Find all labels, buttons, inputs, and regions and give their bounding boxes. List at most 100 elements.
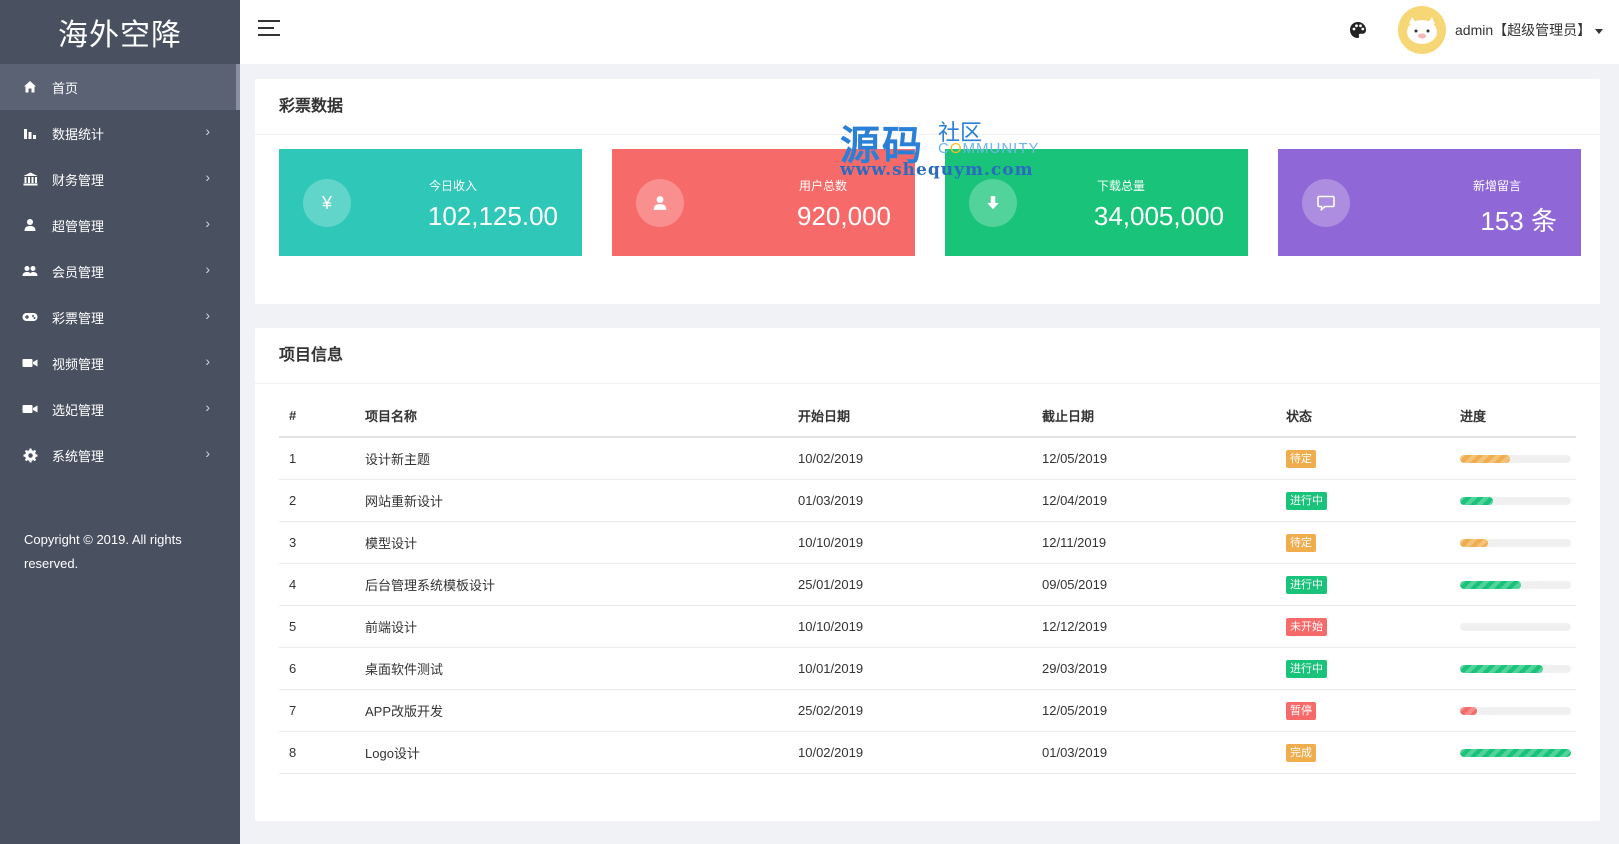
stat-value: 102,125.00 [427,201,558,231]
start-date: 25/02/2019 [798,703,864,718]
progress-fill [1460,580,1522,589]
project-table: # 项目名称 开始日期 截止日期 状态 进度 1 设计新主题 10/02/2019 1… [279,394,1576,774]
progress-bar [1460,748,1571,757]
column-header: 进度 [1460,408,1487,424]
progress-bar [1460,580,1571,589]
progress-bar [1460,538,1571,547]
menu-toggle-icon[interactable] [258,20,280,38]
table-row[interactable]: 2 网站重新设计 01/03/2019 12/04/2019 进行中 [279,480,1576,522]
project-name: 网站重新设计 [365,494,444,509]
start-date: 25/01/2019 [798,577,864,592]
status-badge: 进行中 [1286,575,1327,594]
yen-icon: ¥ [303,179,351,227]
sidebar-item-label: 彩票管理 [52,310,105,326]
message-icon [1302,179,1350,227]
sidebar-item-finance[interactable]: 财务管理 › [0,156,240,202]
end-date: 12/05/2019 [1042,451,1108,466]
stat-new-messages[interactable]: 新增留言 153 条 [1278,149,1581,256]
sidebar-item-stats[interactable]: 数据统计 › [0,110,240,156]
stat-download-total[interactable]: 下载总量 34,005,000 [945,149,1248,256]
end-date: 12/11/2019 [1042,535,1107,550]
progress-bar [1460,664,1571,673]
progress-bar [1460,454,1571,463]
column-header: 项目名称 [365,408,418,424]
chevron-right-icon: › [205,445,210,461]
user-icon [22,217,38,233]
table-row[interactable]: 5 前端设计 10/10/2019 12/12/2019 未开始 [279,606,1576,648]
column-header: 状态 [1286,408,1313,424]
project-name: 桌面软件测试 [365,662,444,677]
bar-chart-icon [22,125,38,141]
start-date: 10/01/2019 [798,661,864,676]
start-date: 10/02/2019 [798,745,864,760]
stat-value: 153 条 [1480,206,1557,236]
row-id: 7 [289,703,297,718]
end-date: 01/03/2019 [1042,745,1108,760]
sidebar-item-label: 视频管理 [52,356,105,372]
chevron-right-icon: › [205,169,210,185]
project-name: 设计新主题 [365,452,431,467]
status-badge: 进行中 [1286,659,1327,678]
row-id: 3 [289,535,297,550]
avatar[interactable] [1398,6,1446,54]
table-header: # 项目名称 开始日期 截止日期 状态 进度 [279,394,1576,438]
status-badge: 进行中 [1286,491,1327,510]
project-info-card: 项目信息 # 项目名称 开始日期 截止日期 状态 进度 1 设计新主题 10/02/… [255,328,1600,821]
row-id: 8 [289,745,297,760]
status-badge: 完成 [1286,743,1316,762]
stat-label: 用户总数 [798,179,847,193]
column-header: 截止日期 [1042,408,1095,424]
sidebar-item-video[interactable]: 视频管理 › [0,340,240,386]
progress-fill [1460,748,1571,757]
caret-down-icon [1595,28,1604,34]
top-header: admin【超级管理员】 [240,0,1619,64]
table-row[interactable]: 4 后台管理系统模板设计 25/01/2019 09/05/2019 进行中 [279,564,1576,606]
sidebar-item-label: 首页 [52,80,79,96]
sidebar-item-members[interactable]: 会员管理 › [0,248,240,294]
chevron-right-icon: › [205,123,210,139]
sidebar-item-super-admin[interactable]: 超管管理 › [0,202,240,248]
user-name: admin【超级管理员】 [1455,22,1592,38]
sidebar-item-selection[interactable]: 选妃管理 › [0,386,240,432]
chevron-right-icon: › [205,215,210,231]
start-date: 10/02/2019 [798,451,864,466]
row-id: 2 [289,493,297,508]
bank-icon [22,171,38,187]
palette-icon[interactable] [1348,20,1368,40]
project-name: Logo设计 [365,746,420,761]
status-badge: 未开始 [1286,617,1327,636]
progress-fill [1460,706,1477,715]
table-row[interactable]: 3 模型设计 10/10/2019 12/11/2019 待定 [279,522,1576,564]
stat-today-income[interactable]: ¥ 今日收入 102,125.00 [279,149,582,256]
card-title: 彩票数据 [255,79,1600,135]
table-row[interactable]: 8 Logo设计 10/02/2019 01/03/2019 完成 [279,732,1576,774]
project-name: 后台管理系统模板设计 [365,578,496,593]
video-camera-icon [22,401,38,417]
status-badge: 待定 [1286,533,1316,552]
table-row[interactable]: 1 设计新主题 10/02/2019 12/05/2019 待定 [279,438,1576,480]
chevron-right-icon: › [205,307,210,323]
table-row[interactable]: 6 桌面软件测试 10/01/2019 29/03/2019 进行中 [279,648,1576,690]
progress-bar [1460,622,1571,631]
card-title: 项目信息 [255,328,1600,384]
stat-value: 34,005,000 [1093,201,1224,231]
start-date: 10/10/2019 [798,535,864,550]
lottery-data-card: 彩票数据 ¥ 今日收入 102,125.00 用户总数 920,000 下载总量… [255,79,1600,304]
user-menu[interactable]: admin【超级管理员】 [1455,20,1604,40]
sidebar-item-system[interactable]: 系统管理 › [0,432,240,478]
column-header: 开始日期 [798,408,851,424]
sidebar-item-lottery[interactable]: 彩票管理 › [0,294,240,340]
row-id: 4 [289,577,297,592]
stat-label: 下载总量 [1096,179,1145,193]
sidebar-item-home[interactable]: 首页 [0,64,240,110]
stat-label: 新增留言 [1472,179,1521,193]
brand-logo[interactable]: 海外空降 [0,0,240,64]
table-row[interactable]: 7 APP改版开发 25/02/2019 12/05/2019 暂停 [279,690,1576,732]
user-icon [636,179,684,227]
stat-user-total[interactable]: 用户总数 920,000 [612,149,915,256]
sidebar-item-label: 超管管理 [52,218,105,234]
sidebar-menu: 首页 数据统计 › 财务管理 › 超管管理 › 会员管理 › 彩票管理 › 视频… [0,64,240,478]
end-date: 12/04/2019 [1042,493,1108,508]
stat-value: 920,000 [797,201,891,231]
progress-bar [1460,496,1571,505]
